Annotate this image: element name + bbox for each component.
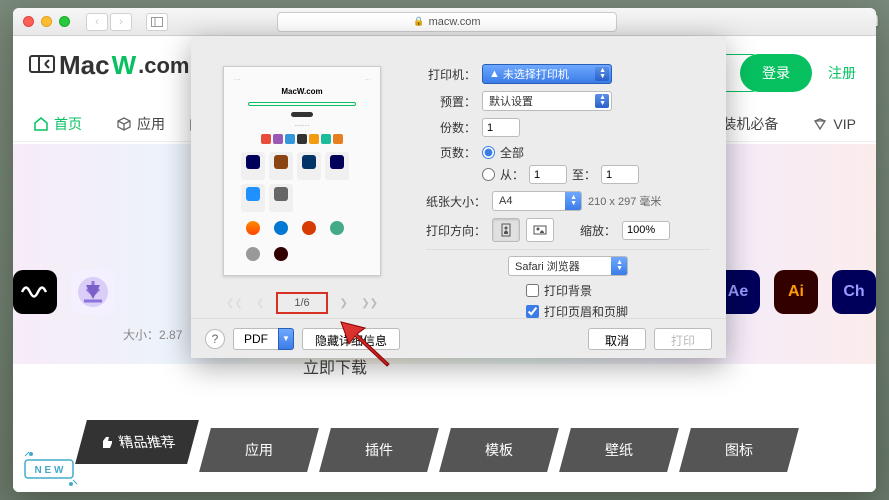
diamond-icon bbox=[812, 116, 828, 132]
first-page-button[interactable]: ❮❮ bbox=[224, 295, 244, 311]
paper-label: 纸张大小： bbox=[426, 193, 486, 210]
preset-select[interactable]: 默认设置 ▲▼ bbox=[482, 91, 612, 111]
orientation-label: 打印方向： bbox=[426, 222, 486, 239]
page-indicator: 1/6 bbox=[276, 292, 327, 314]
site-logo[interactable]: MacW.com bbox=[27, 50, 189, 81]
forward-button[interactable]: › bbox=[110, 13, 132, 31]
cancel-button[interactable]: 取消 bbox=[588, 328, 646, 350]
login-button[interactable]: 登录 bbox=[740, 54, 812, 92]
printer-select[interactable]: ▲未选择打印机 ▲▼ bbox=[482, 64, 612, 84]
sidebar-button[interactable] bbox=[146, 13, 168, 31]
tab-featured[interactable]: 精品推荐 bbox=[75, 420, 199, 464]
tab-plugins[interactable]: 插件 bbox=[319, 428, 439, 472]
pages-range-option[interactable]: 从： 至： bbox=[482, 165, 639, 184]
pages-range-radio[interactable] bbox=[482, 168, 495, 181]
pages-label: 页数： bbox=[426, 144, 476, 161]
nav-apps[interactable]: 应用 bbox=[116, 114, 165, 134]
register-link[interactable]: 注册 bbox=[828, 63, 856, 83]
dialog-footer: ? PDF ▼ 隐藏详细信息 取消 打印 bbox=[191, 318, 726, 358]
url-text: macw.com bbox=[429, 16, 481, 28]
tab-apps[interactable]: 应用 bbox=[199, 428, 319, 472]
print-button[interactable]: 打印 bbox=[654, 328, 712, 350]
category-tabs: 精品推荐 应用 插件 模板 壁纸 图标 bbox=[81, 428, 876, 472]
cube-icon bbox=[116, 116, 132, 132]
pdf-button[interactable]: PDF bbox=[233, 328, 278, 350]
copies-input[interactable] bbox=[482, 118, 520, 137]
app-section-select[interactable]: Safari 浏览器 ▲▼ bbox=[508, 256, 628, 276]
new-badge: N E W bbox=[21, 446, 81, 492]
url-bar[interactable]: 🔒 macw.com bbox=[277, 12, 617, 32]
home-icon bbox=[33, 116, 49, 132]
print-dialog: ······· MacW.com ········· ❮❮ ❮ bbox=[191, 36, 726, 358]
tab-templates[interactable]: 模板 bbox=[439, 428, 559, 472]
minimize-window[interactable] bbox=[41, 16, 52, 27]
close-window[interactable] bbox=[23, 16, 34, 27]
pages-all-option[interactable]: 全部 bbox=[482, 144, 639, 161]
size-label: 大小：2.87 bbox=[123, 326, 182, 343]
print-bg-option[interactable]: 打印背景 bbox=[526, 282, 710, 299]
safari-window: ‹ › 🔒 macw.com MacW.com 登录 注册 首页 bbox=[13, 8, 876, 492]
from-page-input[interactable] bbox=[529, 165, 567, 184]
last-page-button[interactable]: ❯❯ bbox=[360, 295, 380, 311]
prev-page-button[interactable]: ❮ bbox=[250, 295, 270, 311]
to-page-input[interactable] bbox=[601, 165, 639, 184]
lock-icon: 🔒 bbox=[413, 16, 424, 27]
help-button[interactable]: ? bbox=[205, 329, 225, 349]
copies-label: 份数： bbox=[426, 119, 476, 136]
window-controls bbox=[23, 16, 70, 27]
tab-icons[interactable]: 图标 bbox=[679, 428, 799, 472]
portrait-button[interactable] bbox=[492, 218, 520, 242]
print-preview: ······· MacW.com ········· bbox=[223, 66, 381, 276]
print-headers-checkbox[interactable] bbox=[526, 305, 539, 318]
app-icon-waves[interactable] bbox=[13, 270, 57, 314]
back-button[interactable]: ‹ bbox=[86, 13, 108, 31]
thumbs-up-icon bbox=[99, 435, 113, 449]
print-bg-checkbox[interactable] bbox=[526, 284, 539, 297]
svg-text:N E W: N E W bbox=[35, 465, 64, 476]
zoom-window[interactable] bbox=[59, 16, 70, 27]
nav-home[interactable]: 首页 bbox=[33, 114, 82, 134]
hide-details-button[interactable]: 隐藏详细信息 bbox=[302, 328, 400, 350]
printer-label: 打印机： bbox=[426, 66, 476, 83]
landscape-button[interactable] bbox=[526, 218, 554, 242]
scale-input[interactable] bbox=[622, 221, 670, 240]
app-icon-download[interactable] bbox=[71, 270, 115, 314]
browser-toolbar: ‹ › 🔒 macw.com bbox=[13, 8, 876, 36]
tab-wallpapers[interactable]: 壁纸 bbox=[559, 428, 679, 472]
next-page-button[interactable]: ❯ bbox=[334, 295, 354, 311]
scale-label: 缩放： bbox=[580, 222, 616, 239]
page-content: MacW.com 登录 注册 首页 应用 单 装机必备 bbox=[13, 36, 876, 492]
app-icon-ai[interactable]: Ai bbox=[774, 270, 818, 314]
preset-label: 预置： bbox=[426, 93, 476, 110]
app-icon-ch[interactable]: Ch bbox=[832, 270, 876, 314]
paper-dimensions: 210 x 297 毫米 bbox=[588, 193, 661, 209]
nav-vip[interactable]: VIP bbox=[812, 116, 856, 132]
pages-all-radio[interactable] bbox=[482, 146, 495, 159]
pdf-dropdown-arrow[interactable]: ▼ bbox=[278, 328, 294, 350]
paper-select[interactable]: A4 ▲▼ bbox=[492, 191, 582, 211]
preview-pager: ❮❮ ❮ 1/6 ❯ ❯❯ bbox=[223, 291, 381, 315]
